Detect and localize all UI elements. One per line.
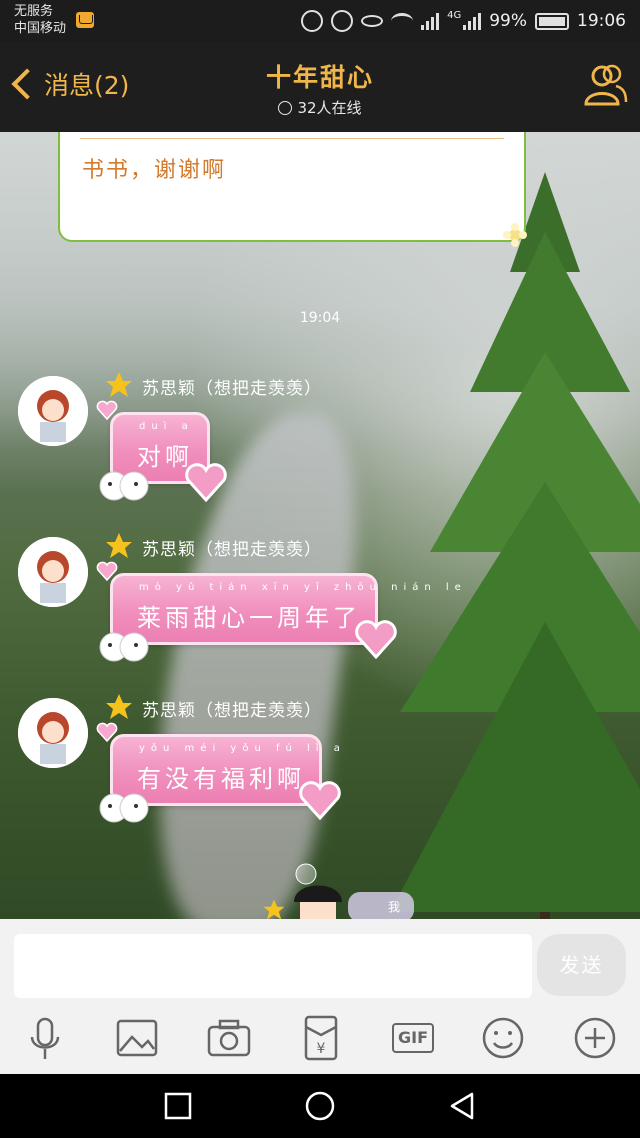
chat-message: 苏思颖（想把走羡羡） mò yǔ tián xīn yī zhōu nián l… [0,527,640,677]
message-input[interactable] [14,934,532,998]
eye-icon [361,15,384,27]
status-bar: 无服务 中国移动 4G 99% 19:06 [0,0,640,42]
system-nav-bar [0,1074,640,1138]
avatar[interactable] [18,698,88,768]
toolbar: ¥ GIF [0,1009,640,1069]
chat-area[interactable]: 书书，谢谢啊 19:04 苏思颖（想把走羡羡） duì a 对啊 苏思颖（想把走… [0,132,640,919]
back-nav-icon[interactable] [446,1090,478,1122]
plus-icon[interactable] [570,1013,620,1063]
self-message-peek: 我 [262,862,432,919]
status-icons: 4G 99% 19:06 [301,0,626,42]
camera-icon[interactable] [204,1013,254,1063]
group-title[interactable]: 十年甜心 [0,58,640,94]
carrier-line-1: 无服务 [14,4,54,19]
group-members-icon[interactable] [582,62,628,108]
sender-name: 苏思颖（想把走羡羡） [142,379,322,399]
input-bar: 发送 ¥ GIF [0,919,640,1074]
battery-percent: 99% [489,11,527,31]
sender-name: 苏思颖（想把走羡羡） [142,540,322,560]
red-packet-icon[interactable]: ¥ [296,1013,346,1063]
chevron-down-icon [278,101,293,115]
message-text: 莱雨甜心一周年了 [137,604,361,632]
sender-name: 苏思颖（想把走羡羡） [142,701,322,721]
previous-message-card[interactable]: 书书，谢谢啊 [58,132,527,247]
emoji-icon[interactable] [478,1013,528,1063]
alarm-icon [331,10,354,32]
star-badge-icon [263,899,285,919]
message-timestamp: 19:04 [299,310,341,326]
heart-icon [355,620,397,659]
signal-1-icon [421,12,440,30]
signal-2-icon [463,12,482,30]
message-bubble[interactable]: mò yǔ tián xīn yī zhōu nián le 莱雨甜心一周年了 [110,573,461,645]
microphone-icon[interactable] [20,1013,70,1063]
carrier-line-2: 中国移动 [14,21,67,36]
self-avatar[interactable] [286,862,350,919]
heart-icon [185,463,227,502]
pet-sticker-icon [99,793,149,823]
card-divider [80,138,504,139]
message-pinyin: yǒu méi yǒu fú lì a [139,743,346,754]
battery-icon [535,12,569,30]
self-tag: 我 [348,892,414,919]
wifi-icon [391,13,414,29]
avatar[interactable] [18,537,88,607]
heart-icon [299,781,341,820]
pet-sticker-icon [99,471,149,501]
svg-text:¥: ¥ [317,1041,326,1057]
clock: 19:06 [577,11,626,31]
online-status[interactable]: 32人在线 [0,97,640,118]
chat-message: 苏思颖（想把走羡羡） duì a 对啊 [0,366,640,516]
carrier-info: 无服务 中国移动 [14,3,66,37]
flower-icon [503,223,527,247]
card-text: 书书，谢谢啊 [82,158,227,183]
star-badge-icon [106,372,132,397]
home-icon[interactable] [304,1090,336,1122]
send-button[interactable]: 发送 [537,934,626,996]
message-pinyin: mò yǔ tián xīn yī zhōu nián le [139,582,467,593]
online-count: 32人在线 [297,99,362,117]
star-badge-icon [106,533,132,558]
message-pinyin: duì a [139,421,194,432]
message-text: 有没有福利啊 [137,765,305,793]
recent-apps-icon[interactable] [162,1090,194,1122]
pet-sticker-icon [99,632,149,662]
gif-label: GIF [392,1023,434,1053]
star-badge-icon [106,694,132,719]
chat-message: 苏思颖（想把走羡羡） yǒu méi yǒu fú lì a 有没有福利啊 [0,688,640,838]
hd-call-icon [301,10,324,32]
avatar[interactable] [18,376,88,446]
chat-header: 消息(2) 十年甜心 32人在线 [0,42,640,132]
network-type: 4G [447,10,462,21]
image-icon[interactable] [112,1013,162,1063]
notification-mail-icon [76,12,94,28]
gif-icon[interactable]: GIF [388,1013,438,1063]
